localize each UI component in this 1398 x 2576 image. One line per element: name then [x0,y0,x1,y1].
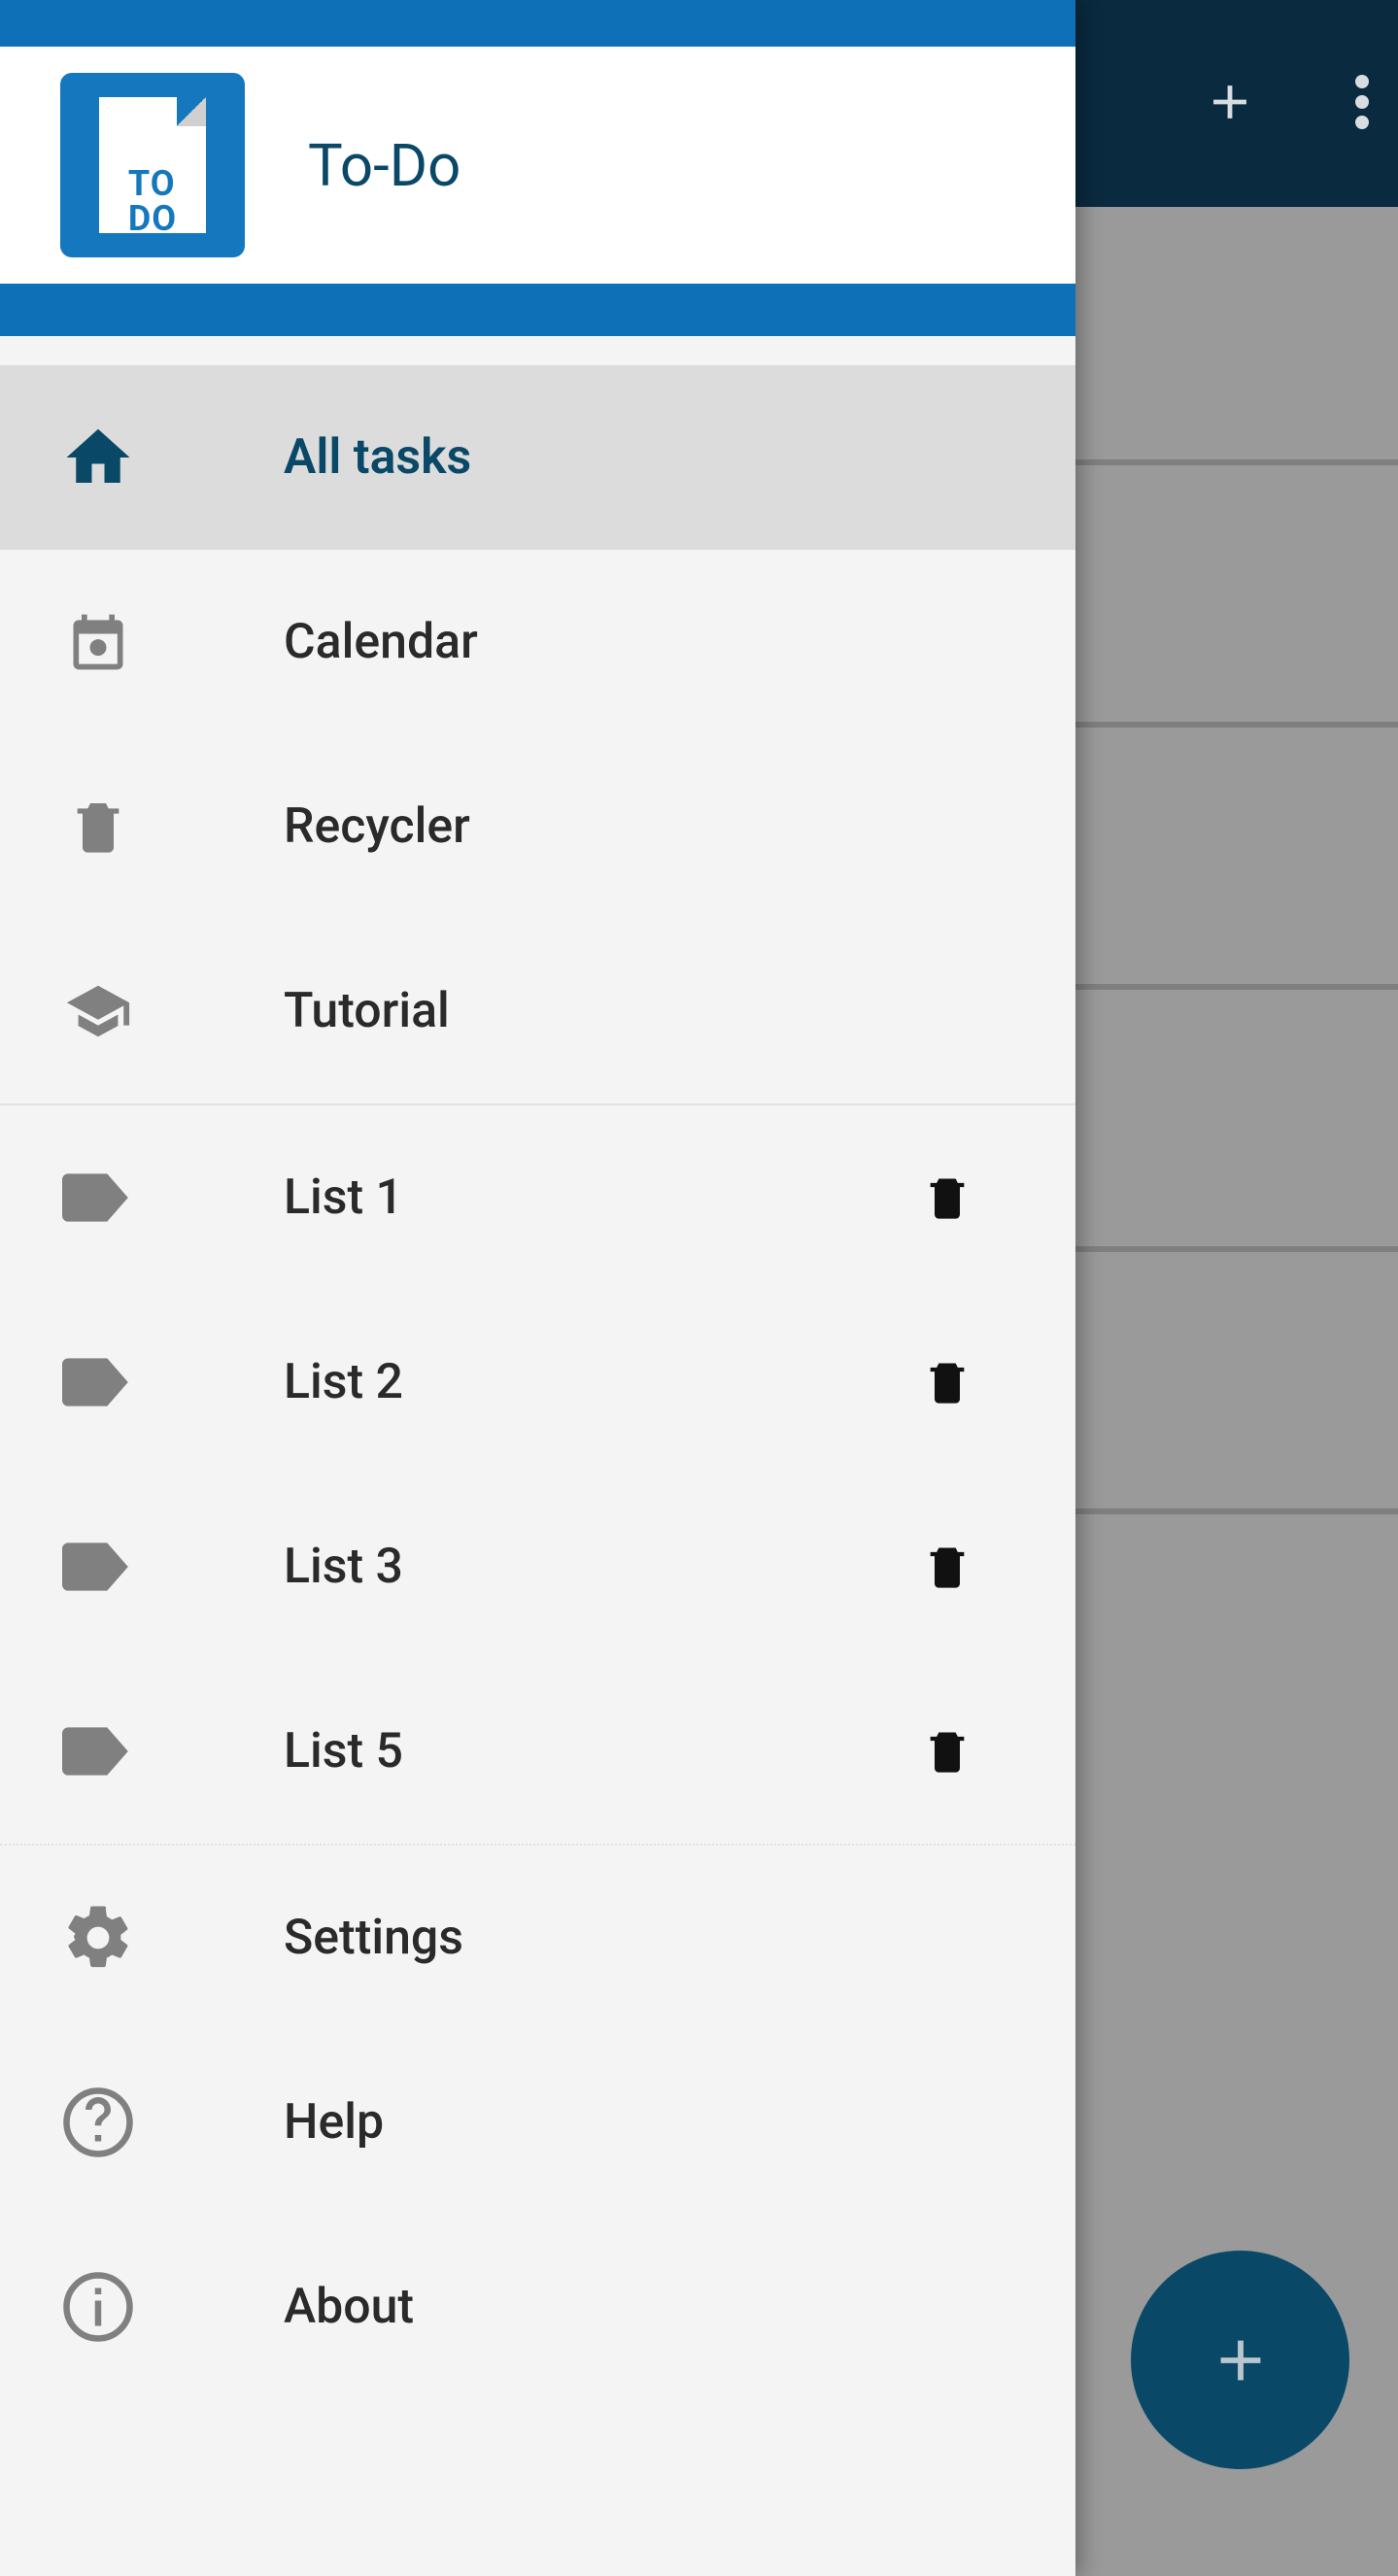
nav-item-label: All tasks [284,429,1015,486]
label-icon [60,1713,136,1789]
school-icon [60,973,136,1049]
calendar-icon [60,604,136,680]
delete-list-icon[interactable] [918,1348,976,1416]
nav-item-list-2[interactable]: List 2 [0,1290,1075,1474]
nav-item-calendar[interactable]: Calendar [0,550,1075,734]
home-icon [60,420,136,495]
more-vert-icon[interactable] [1355,74,1369,134]
delete-list-icon[interactable] [918,1164,976,1232]
nav-item-list-5[interactable]: List 5 [0,1659,1075,1844]
nav-item-settings[interactable]: Settings [0,1846,1075,2030]
lists-nav-section: List 1 List 2 List 3 List 5 [0,1105,1075,1844]
nav-item-label: List 3 [284,1539,770,1595]
nav-item-recycler[interactable]: Recycler [0,734,1075,919]
add-icon[interactable] [1202,74,1258,134]
nav-item-label: List 2 [284,1354,770,1410]
app-logo-icon: TO DO [60,73,245,257]
drawer-accent-top [0,0,1075,47]
divider-line [1075,984,1398,990]
divider-line [1075,1508,1398,1514]
nav-item-label: Settings [284,1910,1015,1966]
label-icon [60,1160,136,1236]
footer-nav-section: Settings Help About [0,1844,1075,2399]
nav-item-all-tasks[interactable]: All tasks [0,365,1075,550]
nav-item-list-3[interactable]: List 3 [0,1474,1075,1659]
primary-nav-section: All tasks Calendar Recycler Tutorial [0,365,1075,1103]
nav-item-about[interactable]: About [0,2215,1075,2399]
nav-item-label: Help [284,2094,1015,2151]
delete-list-icon[interactable] [918,1717,976,1785]
nav-item-help[interactable]: Help [0,2030,1075,2215]
navigation-drawer: TO DO To-Do All tasks Calendar Recycler … [0,0,1075,2576]
trash-icon [60,789,136,864]
drawer-header: TO DO To-Do [0,47,1075,284]
help-icon [60,2085,136,2160]
label-icon [60,1529,136,1605]
nav-item-label: List 5 [284,1723,770,1779]
divider-line [1075,459,1398,465]
nav-item-label: Tutorial [284,983,1015,1039]
drawer-accent-bottom [0,284,1075,336]
nav-item-label: Calendar [284,614,1015,670]
divider-line [1075,1246,1398,1252]
nav-item-label: List 1 [284,1169,770,1226]
nav-item-tutorial[interactable]: Tutorial [0,919,1075,1103]
delete-list-icon[interactable] [918,1533,976,1601]
divider-line [1075,722,1398,728]
app-title: To-Do [308,131,460,200]
nav-item-list-1[interactable]: List 1 [0,1105,1075,1290]
label-icon [60,1344,136,1420]
gear-icon [60,1900,136,1976]
fab-add-button[interactable] [1131,2251,1349,2469]
nav-item-label: Recycler [284,798,1015,855]
info-icon [60,2269,136,2345]
nav-item-label: About [284,2279,1015,2335]
